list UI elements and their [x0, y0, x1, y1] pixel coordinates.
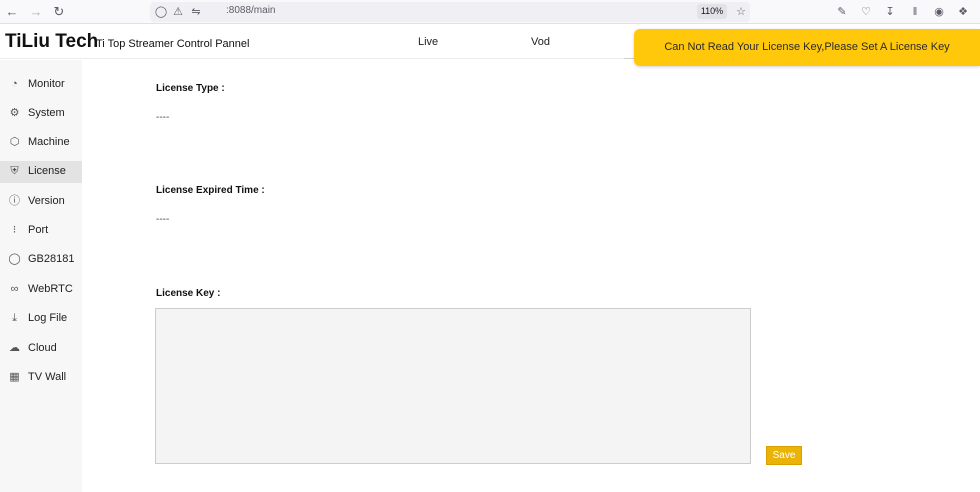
license-key-input[interactable] — [155, 308, 751, 464]
permissions-icon[interactable]: ⇋ — [189, 5, 203, 19]
address-bar[interactable]: ◯ ⚠ ⇋ :8088/main 110% ☆ — [150, 2, 750, 22]
nav-vod[interactable]: Vod — [531, 36, 550, 48]
save-button[interactable]: Save — [766, 446, 802, 465]
redacted-host — [202, 6, 220, 18]
zoom-level[interactable]: 110% — [697, 4, 727, 19]
sidebar-item-label: Cloud — [28, 342, 57, 354]
sidebar-item-monitor[interactable]: ◔ Monitor — [0, 74, 82, 96]
brand-logo[interactable]: TiLiu Tech — [5, 31, 98, 53]
license-type-label: License Type : — [156, 83, 225, 94]
extensions-puzzle-icon[interactable]: ❖ — [955, 4, 971, 20]
network-icon: ⁝ — [12, 224, 17, 236]
sidebar-item-webrtc[interactable]: ∞ WebRTC — [0, 279, 82, 301]
badge-icon: ◯ — [8, 253, 21, 265]
bookmark-star-icon[interactable]: ☆ — [734, 5, 748, 19]
sidebar-item-label: Port — [28, 224, 49, 236]
sidebar-item-label: WebRTC — [28, 283, 73, 295]
sidebar-item-label: System — [28, 107, 65, 119]
reload-icon[interactable]: ↻ — [50, 3, 68, 21]
sidebar: ◔ Monitor ⚙ System ⬡ Machine ⛨ License ⓘ… — [0, 60, 82, 492]
extension-icon[interactable]: ✎ — [834, 4, 850, 20]
sidebar-item-gb28181[interactable]: ◯ GB28181 — [0, 249, 82, 271]
gear-icon: ⚙ — [9, 107, 20, 119]
downloads-icon[interactable]: ↧ — [882, 4, 898, 20]
license-expired-value: ---- — [156, 214, 170, 225]
browser-toolbar: ← → ↻ ◯ ⚠ ⇋ :8088/main 110% ☆ ✎ ♡ ↧ ‖ ◉ … — [0, 0, 980, 24]
library-icon[interactable]: ‖ — [907, 4, 923, 20]
sidebar-item-label: Version — [28, 195, 65, 207]
sidebar-item-log-file[interactable]: ⤓ Log File — [0, 308, 82, 330]
license-type-value: ---- — [156, 112, 170, 123]
download-icon: ⤓ — [12, 312, 17, 324]
cloud-icon: ☁ — [9, 342, 20, 354]
gauge-icon: ◔ — [11, 78, 18, 90]
sidebar-item-system[interactable]: ⚙ System — [0, 103, 82, 125]
license-expired-label: License Expired Time : — [156, 185, 265, 196]
account-icon[interactable]: ◉ — [931, 4, 947, 20]
sidebar-item-label: Log File — [28, 312, 68, 324]
brand-subtitle: Ti Top Streamer Control Pannel — [96, 38, 250, 50]
sidebar-item-label: TV Wall — [28, 371, 67, 383]
pocket-icon[interactable]: ♡ — [858, 4, 874, 20]
shield-outline-icon[interactable]: ◯ — [154, 5, 168, 19]
sidebar-item-label: Machine — [28, 136, 70, 148]
nav-live[interactable]: Live — [418, 36, 438, 48]
alert-message: Can Not Read Your License Key,Please Set… — [664, 41, 950, 53]
grid-icon: ▦ — [9, 371, 20, 383]
cube-icon: ⬡ — [9, 136, 20, 148]
sidebar-item-label: License — [28, 165, 66, 177]
sidebar-item-version[interactable]: ⓘ Version — [0, 191, 82, 213]
sidebar-item-tv-wall[interactable]: ▦ TV Wall — [0, 367, 82, 389]
link-icon: ∞ — [10, 283, 19, 295]
url-text[interactable]: :8088/main — [224, 5, 275, 16]
lock-warning-icon[interactable]: ⚠ — [171, 5, 185, 19]
sidebar-item-label: Monitor — [28, 78, 65, 90]
forward-arrow-icon[interactable]: → — [27, 3, 45, 21]
sidebar-item-machine[interactable]: ⬡ Machine — [0, 132, 82, 154]
sidebar-item-cloud[interactable]: ☁ Cloud — [0, 338, 82, 360]
license-alert-banner[interactable]: Can Not Read Your License Key,Please Set… — [634, 29, 980, 66]
shield-icon: ⛨ — [10, 165, 19, 177]
license-key-label: License Key : — [156, 288, 221, 299]
sidebar-item-license[interactable]: ⛨ License — [0, 161, 82, 183]
back-arrow-icon[interactable]: ← — [3, 3, 21, 21]
sidebar-item-label: GB28181 — [28, 253, 75, 265]
sidebar-item-port[interactable]: ⁝ Port — [0, 220, 82, 242]
info-icon: ⓘ — [9, 195, 20, 207]
